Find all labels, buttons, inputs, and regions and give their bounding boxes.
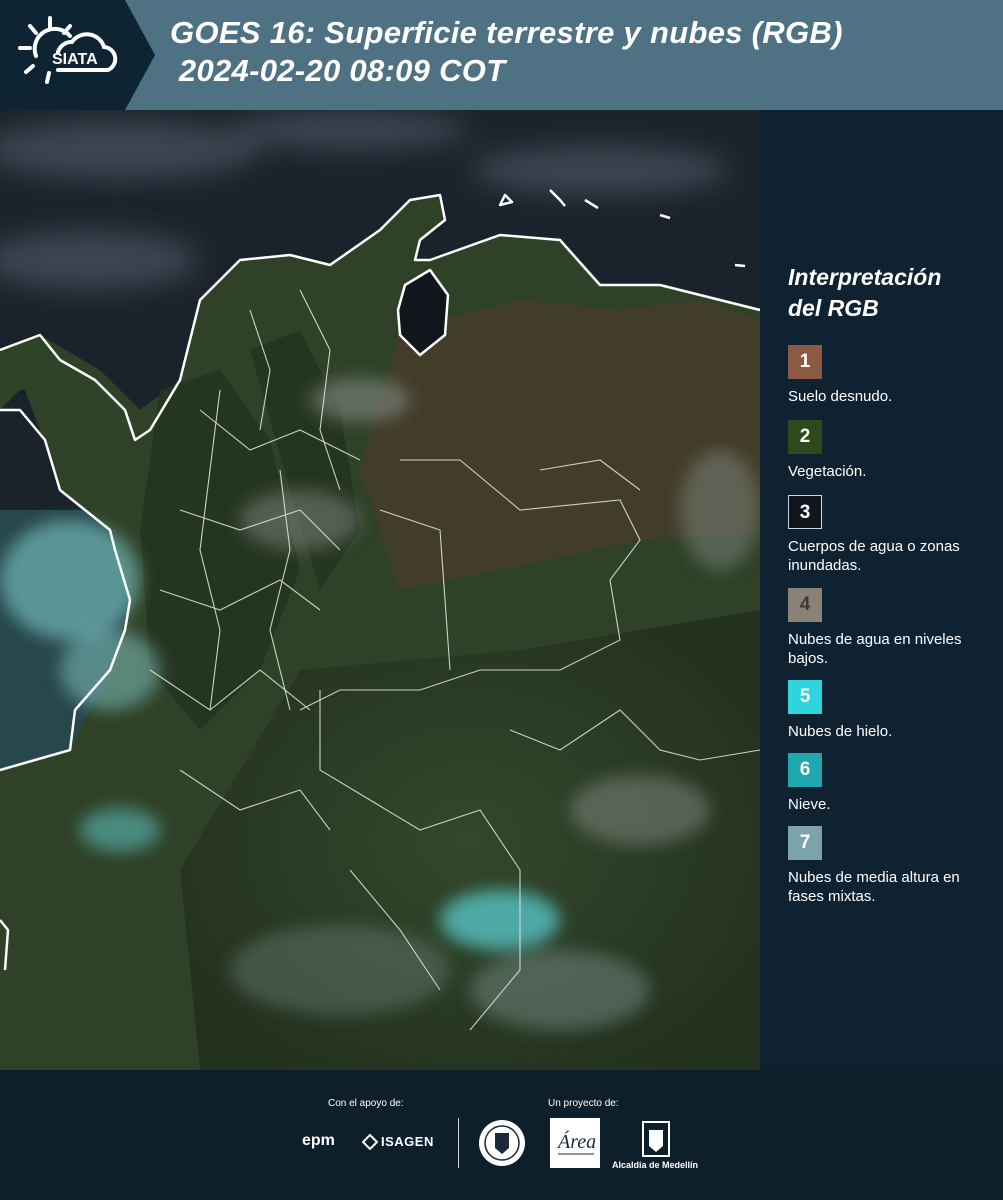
legend-swatch: 1 <box>788 345 822 379</box>
legend-item-mid-clouds: 7 Nubes de media altura en fases mixtas. <box>788 826 998 906</box>
alcaldia-medellin-label: Alcaldía de Medellín <box>612 1160 699 1170</box>
legend-swatch: 4 <box>788 588 822 622</box>
legend-item-label: Nubes de media altura en fases mixtas. <box>788 869 960 905</box>
legend-item-label: Suelo desnudo. <box>788 388 893 405</box>
support-label: Con el apoyo de: <box>328 1098 404 1109</box>
header: SIATA GOES 16: Superficie terrestre y nu… <box>0 0 1003 110</box>
legend-swatch: 3 <box>788 495 822 529</box>
siata-brand-text: SIATA <box>52 51 98 68</box>
legend-swatch: 2 <box>788 420 822 454</box>
legend-item-ice-clouds: 5 Nubes de hielo. <box>788 680 998 741</box>
siata-logo: SIATA <box>18 16 118 84</box>
alcaldia-medellin-icon <box>642 1121 670 1157</box>
footer: Con el apoyo de: Un proyecto de: epm ISA… <box>0 1070 1003 1200</box>
legend-item-label: Nubes de agua en niveles bajos. <box>788 631 962 667</box>
legend-swatch: 5 <box>788 680 822 714</box>
page-title: GOES 16: Superficie terrestre y nubes (R… <box>170 15 843 88</box>
legend-item-label: Nubes de hielo. <box>788 723 893 740</box>
legend-item-label: Cuerpos de agua o zonas inundadas. <box>788 538 960 574</box>
legend-item-water-bodies: 3 Cuerpos de agua o zonas inundadas. <box>788 495 998 575</box>
satellite-map <box>0 110 760 1070</box>
legend-swatch: 7 <box>788 826 822 860</box>
isagen-icon <box>362 1134 378 1150</box>
legend-title: Interpretación del RGB <box>788 264 942 321</box>
project-label: Un proyecto de: <box>548 1098 619 1109</box>
isagen-logo: ISAGEN <box>381 1134 434 1149</box>
legend-item-label: Nieve. <box>788 796 831 813</box>
legend-item-vegetation: 2 Vegetación. <box>788 420 998 481</box>
legend-panel: Interpretación del RGB 1 Suelo desnudo. … <box>760 110 1003 1070</box>
legend-item-label: Vegetación. <box>788 463 867 480</box>
map-graphic <box>0 110 760 1070</box>
area-metropolitana-icon: Área <box>556 1130 596 1155</box>
area-metropolitana-logo: Área <box>550 1118 600 1168</box>
epm-logo: epm <box>302 1132 335 1149</box>
legend-item-bare-soil: 1 Suelo desnudo. <box>788 345 998 406</box>
svg-text:Área: Área <box>556 1130 596 1153</box>
legend-item-snow: 6 Nieve. <box>788 753 998 814</box>
legend-swatch: 6 <box>788 753 822 787</box>
university-seal-icon <box>479 1120 525 1166</box>
legend-item-low-water-clouds: 4 Nubes de agua en niveles bajos. <box>788 588 998 668</box>
logo-block: SIATA <box>0 0 155 110</box>
footer-divider <box>458 1118 459 1168</box>
